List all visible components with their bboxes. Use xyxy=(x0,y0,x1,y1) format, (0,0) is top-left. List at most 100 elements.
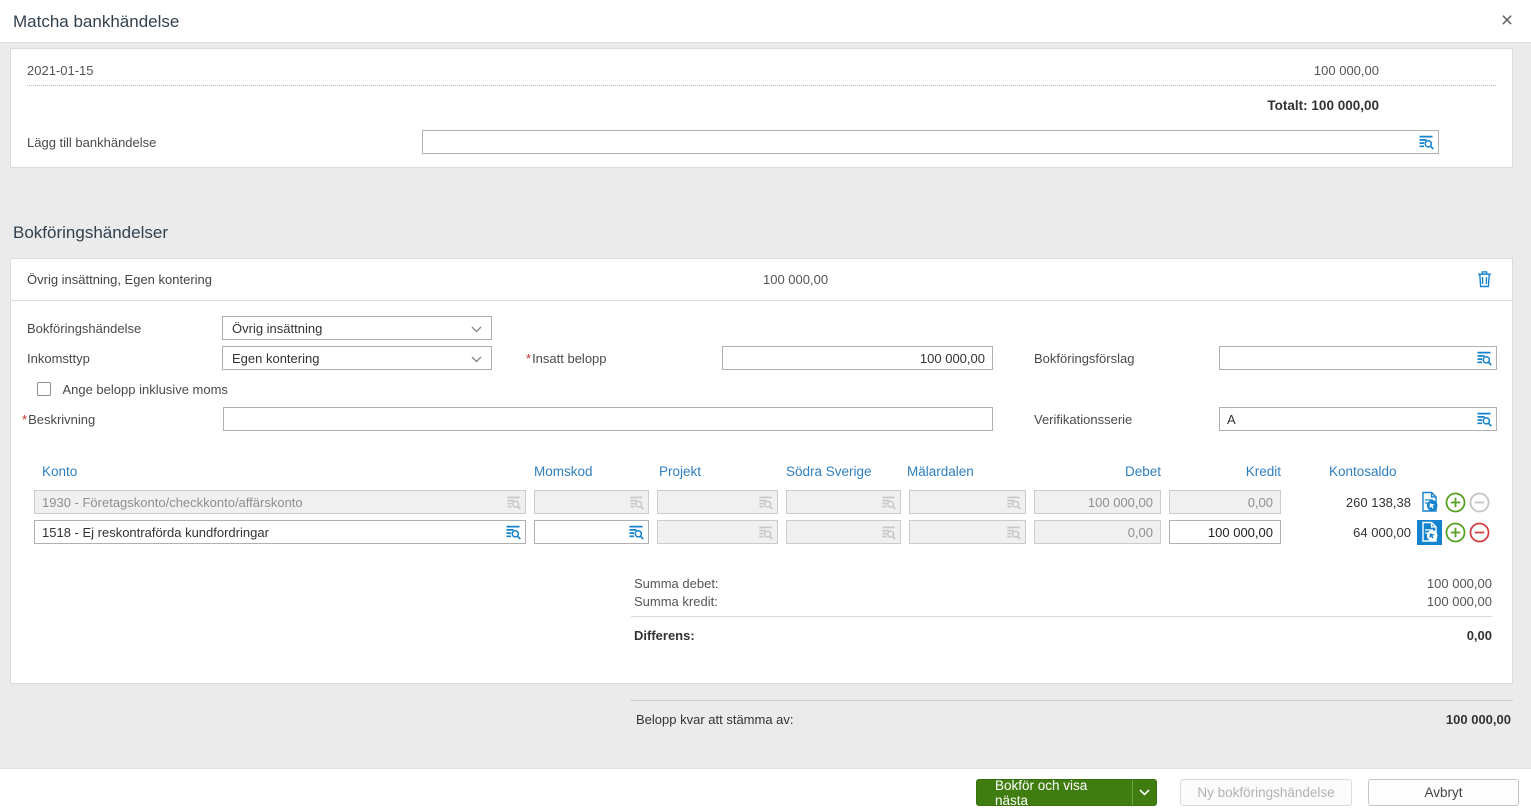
dialog-footer: Bokför och visa nästa Ny bokföringshände… xyxy=(0,768,1531,810)
bokfor-och-visa-nasta-button[interactable]: Bokför och visa nästa xyxy=(977,780,1132,805)
inkomsttyp-select[interactable]: Egen kontering xyxy=(222,346,492,370)
summa-debet-value: 100 000,00 xyxy=(1427,576,1492,591)
add-row-icon[interactable] xyxy=(1445,492,1466,513)
col-header-momskod: Momskod xyxy=(534,464,593,479)
close-icon[interactable]: × xyxy=(1495,9,1519,33)
beskrivning-input[interactable] xyxy=(224,408,992,430)
sodra-sverige-field xyxy=(786,520,901,544)
malardalen-input xyxy=(910,491,1001,513)
reconcile-value: 100 000,00 xyxy=(1280,712,1511,727)
differens-value: 0,00 xyxy=(1467,628,1492,643)
bokforingshandelse-select[interactable]: Övrig insättning xyxy=(222,316,492,340)
row-actions xyxy=(1417,489,1490,515)
total-value: 100 000,00 xyxy=(1311,98,1379,113)
beskrivning-field xyxy=(223,407,993,431)
inkomsttyp-value: Egen kontering xyxy=(232,351,319,366)
debet-field xyxy=(1034,490,1161,514)
list-search-icon xyxy=(753,521,777,543)
list-search-icon[interactable] xyxy=(1472,408,1496,430)
col-header-kredit: Kredit xyxy=(1169,464,1281,479)
momskod-input xyxy=(535,491,624,513)
projekt-field xyxy=(657,490,778,514)
list-search-icon[interactable] xyxy=(501,521,525,543)
inkomsttyp-label: Inkomsttyp xyxy=(27,351,90,366)
kontosaldo-value: 64 000,00 xyxy=(1291,525,1411,540)
required-marker: * xyxy=(22,412,27,427)
bokforingshandelse-label: Bokföringshändelse xyxy=(27,321,141,336)
remove-row-icon[interactable] xyxy=(1469,522,1490,543)
match-bank-event-dialog: Matcha bankhändelse × 2021-01-15 100 000… xyxy=(0,0,1531,810)
reconcile-label: Belopp kvar att stämma av: xyxy=(636,712,794,727)
chevron-down-icon xyxy=(471,321,482,336)
beskrivning-label: *Beskrivning xyxy=(22,412,95,427)
projekt-input xyxy=(658,491,753,513)
malardalen-field xyxy=(909,490,1026,514)
kredit-field xyxy=(1169,520,1281,544)
col-header-projekt: Projekt xyxy=(659,464,701,479)
dialog-title: Matcha bankhändelse xyxy=(13,12,179,32)
entry-header-amount: 100 000,00 xyxy=(763,272,828,287)
kredit-field xyxy=(1169,490,1281,514)
add-bank-event-input[interactable] xyxy=(423,131,1414,153)
entry-header-title: Övrig insättning, Egen kontering xyxy=(27,272,212,287)
summa-kredit-value: 100 000,00 xyxy=(1427,594,1492,609)
insatt-belopp-field xyxy=(722,346,993,370)
list-search-icon[interactable] xyxy=(1414,131,1438,153)
booking-template-icon[interactable] xyxy=(1417,490,1442,515)
list-search-icon[interactable] xyxy=(624,521,648,543)
moms-checkbox-row: Ange belopp inklusive moms xyxy=(37,381,228,399)
kontosaldo-value: 260 138,38 xyxy=(1291,495,1411,510)
booking-template-icon-selected[interactable] xyxy=(1417,520,1442,545)
bokforingshandelse-value: Övrig insättning xyxy=(232,321,322,336)
bank-event-date: 2021-01-15 xyxy=(27,63,94,78)
list-search-icon xyxy=(501,491,525,513)
list-search-icon xyxy=(624,491,648,513)
verifikationsserie-input[interactable] xyxy=(1220,408,1472,430)
konto-input xyxy=(35,491,501,513)
differens-label: Differens: xyxy=(634,628,695,643)
add-row-icon[interactable] xyxy=(1445,522,1466,543)
insatt-belopp-input[interactable] xyxy=(723,347,992,369)
sodra-sverige-input xyxy=(787,521,876,543)
debet-input xyxy=(1035,521,1160,543)
moms-checkbox[interactable] xyxy=(37,382,51,396)
bank-event-total: Totalt: 100 000,00 xyxy=(1267,98,1379,113)
bank-event-card: 2021-01-15 100 000,00 Totalt: 100 000,00… xyxy=(10,48,1513,168)
row-actions xyxy=(1417,519,1490,545)
required-marker: * xyxy=(526,351,531,366)
bokforingsforslag-label: Bokföringsförslag xyxy=(1034,351,1134,366)
chevron-down-icon[interactable] xyxy=(1132,780,1156,805)
divider xyxy=(27,85,1496,86)
avbryt-button[interactable]: Avbryt xyxy=(1368,779,1519,806)
konto-field xyxy=(34,490,526,514)
momskod-input[interactable] xyxy=(535,521,624,543)
debet-input xyxy=(1035,491,1160,513)
momskod-field xyxy=(534,520,649,544)
insatt-belopp-label: *Insatt belopp xyxy=(526,351,607,366)
list-search-icon xyxy=(876,491,900,513)
verifikationsserie-label: Verifikationsserie xyxy=(1034,412,1132,427)
momskod-field xyxy=(534,490,649,514)
total-label: Totalt: xyxy=(1267,98,1307,113)
sodra-sverige-input xyxy=(787,491,876,513)
list-search-icon xyxy=(1001,491,1025,513)
add-bank-event-label: Lägg till bankhändelse xyxy=(27,135,156,150)
kredit-input[interactable] xyxy=(1170,521,1280,543)
sodra-sverige-field xyxy=(786,490,901,514)
moms-checkbox-label: Ange belopp inklusive moms xyxy=(62,382,227,397)
dialog-header: Matcha bankhändelse × xyxy=(0,0,1531,43)
trash-icon[interactable] xyxy=(1477,270,1492,293)
bookkeeping-section-title: Bokföringshändelser xyxy=(13,223,168,243)
summa-debet-label: Summa debet: xyxy=(634,576,719,591)
konto-input[interactable] xyxy=(35,521,501,543)
verifikationsserie-field xyxy=(1219,407,1497,431)
col-header-kontosaldo: Kontosaldo xyxy=(1329,464,1397,479)
bank-event-amount: 100 000,00 xyxy=(1314,63,1379,78)
list-search-icon xyxy=(753,491,777,513)
list-search-icon[interactable] xyxy=(1472,347,1496,369)
bokforingsforslag-input[interactable] xyxy=(1220,347,1472,369)
projekt-field xyxy=(657,520,778,544)
add-bank-event-search xyxy=(422,130,1439,154)
col-header-sodra-sverige: Södra Sverige xyxy=(786,464,872,479)
malardalen-field xyxy=(909,520,1026,544)
